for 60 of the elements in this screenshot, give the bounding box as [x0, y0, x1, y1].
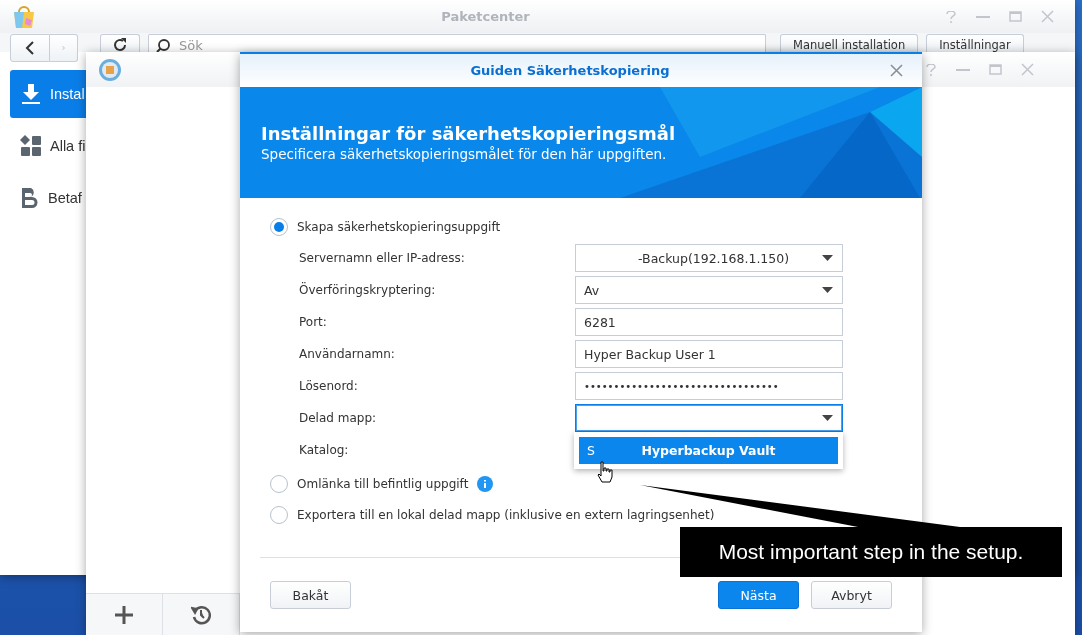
caret-icon	[822, 255, 833, 261]
banner-title: Inställningar för säkerhetskopieringsmål	[261, 123, 677, 144]
close-icon[interactable]	[1040, 10, 1054, 23]
backup-app-icon	[98, 57, 122, 82]
radio-button[interactable]	[270, 474, 288, 493]
radio-button[interactable]	[270, 505, 288, 524]
next-button[interactable]: Nästa	[718, 581, 799, 609]
sidebar-item[interactable]: Instal	[10, 70, 86, 118]
password-field[interactable]: •••••••••••••••••••••••••••••••••	[575, 372, 843, 400]
close-icon[interactable]	[889, 64, 903, 77]
option-label: Exportera till en lokal delad mapp (inklusive en extern lagringsenhet)	[297, 507, 715, 522]
field-label: Delad mapp:	[299, 411, 378, 425]
minimize-icon[interactable]	[976, 15, 990, 18]
field-label: Användarnamn:	[299, 347, 396, 361]
close-icon[interactable]	[1020, 63, 1034, 76]
back-button[interactable]	[10, 34, 50, 62]
field-label: Katalog:	[299, 443, 350, 457]
dropdown-field[interactable]	[575, 404, 843, 432]
caret-icon	[822, 415, 833, 421]
banner-subtitle: Specificera säkerhetskopieringsmålet för den här uppgiften.	[261, 146, 668, 162]
search-field[interactable]: Sök	[148, 34, 766, 52]
field-label: Port:	[299, 315, 328, 329]
callout: Most important step in the setup.	[680, 527, 1062, 577]
option-label: Skapa säkerhetskopieringsuppgift	[297, 219, 501, 234]
refresh-icon	[113, 38, 127, 52]
shopping-bag-icon	[12, 5, 36, 28]
beta-icon	[20, 187, 40, 209]
field-label: Lösenord:	[299, 379, 359, 393]
refresh-button[interactable]	[100, 34, 140, 52]
history-icon	[191, 604, 211, 625]
radio-button[interactable]	[270, 217, 288, 236]
plus-icon	[115, 605, 133, 624]
download-icon	[20, 83, 42, 105]
window-title: Paketcenter	[440, 9, 531, 24]
option-label: Omlänka till befintlig uppgift	[297, 476, 469, 491]
minimize-icon[interactable]	[956, 68, 970, 71]
maximize-icon[interactable]	[988, 64, 1002, 75]
help-icon[interactable]	[926, 63, 936, 76]
grid-icon	[20, 135, 42, 157]
back-button[interactable]: Bakåt	[270, 581, 351, 609]
input-field[interactable]: Hyper Backup User 1	[575, 340, 843, 368]
back-icon	[25, 41, 35, 55]
toolbar-button[interactable]: Manuell installation	[780, 34, 919, 52]
item-prefix: S	[587, 443, 595, 458]
caret-icon	[822, 287, 833, 293]
maximize-icon[interactable]	[1008, 11, 1022, 22]
forward-button[interactable]	[50, 34, 78, 62]
field-label: Överföringskryptering:	[299, 283, 437, 297]
dialog-title: Guiden Säkerhetskopiering	[469, 63, 671, 78]
field-label: Servernamn eller IP-adress:	[299, 251, 466, 265]
sidebar-item[interactable]: Alla fi	[10, 122, 86, 170]
toolbar-button[interactable]: Inställningar	[926, 34, 1024, 52]
dropdown-field[interactable]: Av	[575, 276, 843, 304]
sidebar-item[interactable]: Betaf	[10, 174, 86, 222]
input-field[interactable]: 6281	[575, 308, 843, 336]
menu-item[interactable]: S Hyperbackup Vault	[579, 437, 838, 464]
cancel-button[interactable]: Avbryt	[811, 581, 892, 609]
help-icon[interactable]	[946, 10, 956, 23]
info-icon[interactable]	[477, 475, 494, 492]
dropdown-field[interactable]: -Backup(192.168.1.150)	[575, 244, 843, 272]
